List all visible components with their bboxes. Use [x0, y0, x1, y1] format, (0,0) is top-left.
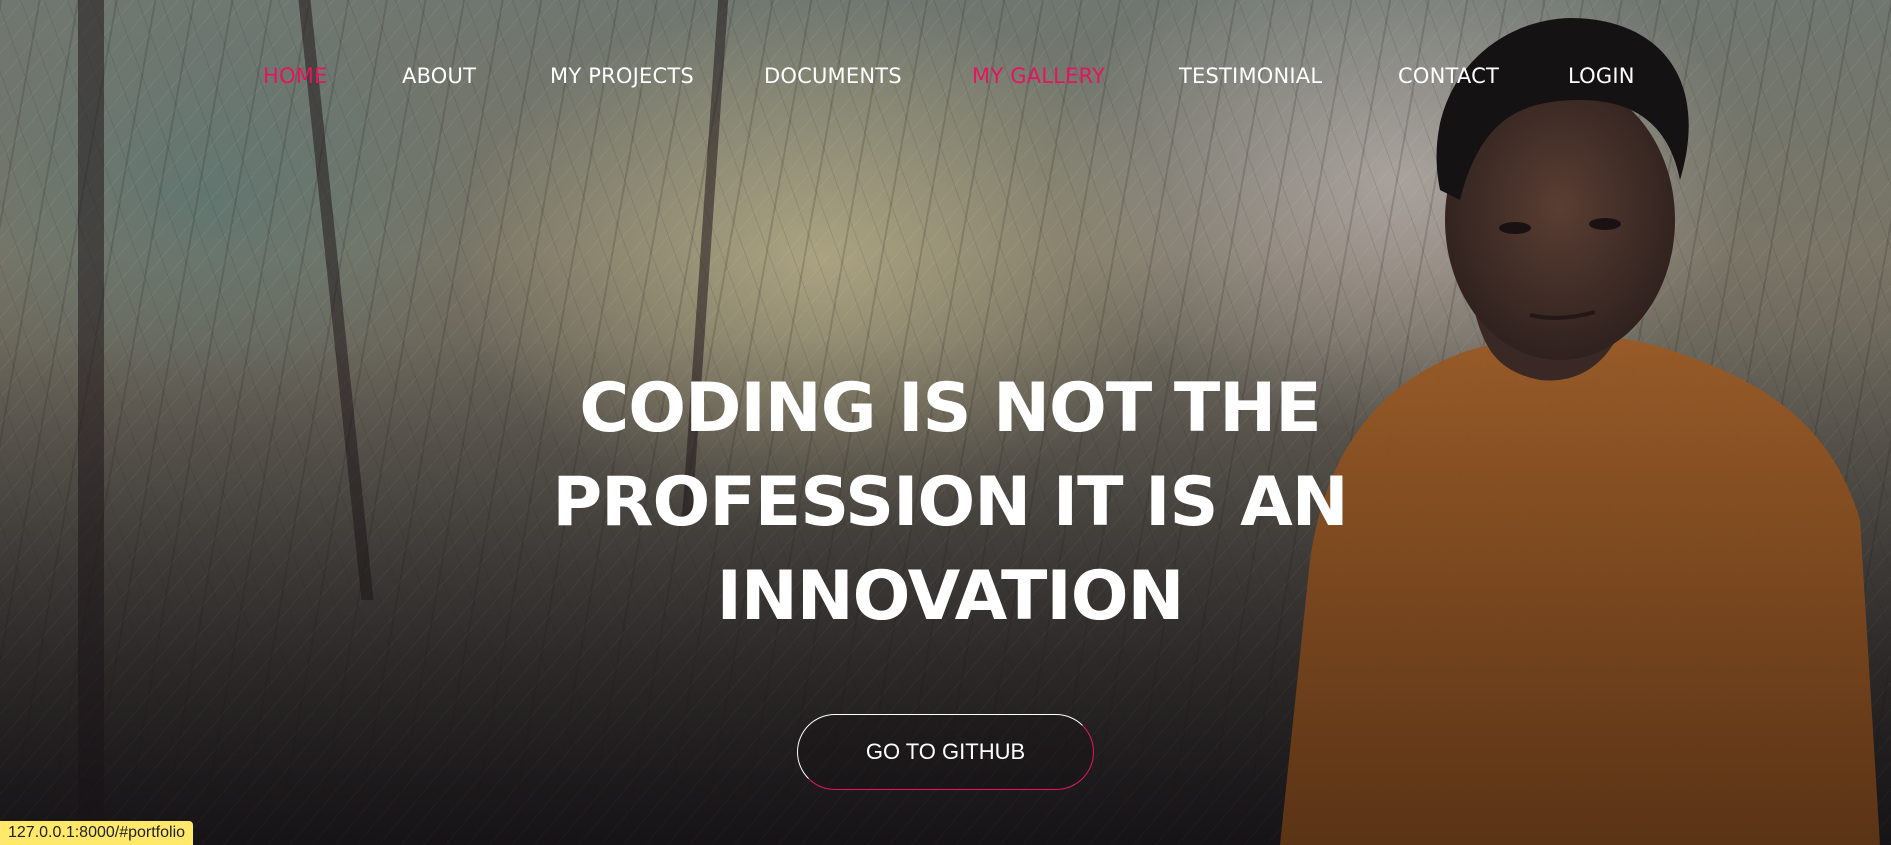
hero-section: HOME ABOUT MY PROJECTS DOCUMENTS MY GALL…: [0, 0, 1891, 845]
nav-documents[interactable]: DOCUMENTS: [764, 64, 902, 88]
browser-status-url: 127.0.0.1:8000/#portfolio: [0, 821, 194, 845]
nav-about[interactable]: ABOUT: [402, 64, 476, 88]
nav-my-projects[interactable]: MY PROJECTS: [550, 64, 694, 88]
nav-testimonial[interactable]: TESTIMONIAL: [1179, 64, 1322, 88]
go-to-github-button[interactable]: GO TO GITHUB: [797, 714, 1094, 790]
headline-line-3: INNOVATION: [716, 557, 1185, 636]
headline-line-1: CODING IS NOT THE: [579, 369, 1321, 448]
nav-my-gallery[interactable]: MY GALLERY: [972, 64, 1105, 88]
nav-login[interactable]: LOGIN: [1568, 64, 1635, 88]
main-navigation: HOME ABOUT MY PROJECTS DOCUMENTS MY GALL…: [0, 64, 1891, 100]
headline-line-2: PROFESSION IT IS AN: [552, 463, 1348, 542]
hero-headline: CODING IS NOT THE PROFESSION IT IS AN IN…: [530, 362, 1370, 644]
nav-home[interactable]: HOME: [263, 64, 328, 88]
nav-contact[interactable]: CONTACT: [1398, 64, 1499, 88]
